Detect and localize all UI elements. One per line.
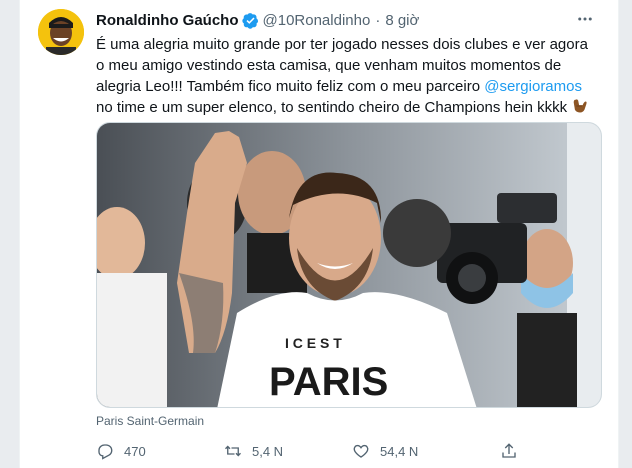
- media-caption[interactable]: Paris Saint-Germain: [96, 414, 204, 428]
- retweet-count: 5,4 N: [252, 443, 284, 459]
- retweet-icon: [225, 445, 241, 457]
- shirt-text-line1: I C E S T: [285, 335, 342, 351]
- reply-count: 470: [124, 443, 146, 459]
- tweet-header: Ronaldinho Gaúcho @10Ronaldinho · 8 giờ: [96, 10, 604, 30]
- reply-button[interactable]: 470: [96, 442, 224, 460]
- verified-badge-icon: [241, 12, 259, 29]
- tweet-time[interactable]: 8 giờ: [385, 12, 419, 29]
- share-icon: [502, 443, 516, 458]
- separator-dot: ·: [375, 11, 381, 29]
- heart-icon: [353, 444, 369, 458]
- tweet-actions: 470 5,4 N 54,4 N: [96, 440, 566, 462]
- avatar[interactable]: [38, 9, 84, 55]
- retweet-button[interactable]: 5,4 N: [224, 442, 352, 460]
- tweet-card[interactable]: Ronaldinho Gaúcho @10Ronaldinho · 8 giờ …: [19, 0, 619, 468]
- author-name[interactable]: Ronaldinho Gaúcho: [96, 12, 239, 29]
- tweet-photo[interactable]: I C E S T PARIS: [96, 122, 602, 408]
- shirt-text-line2: PARIS: [269, 360, 388, 404]
- share-button[interactable]: [500, 442, 528, 460]
- reply-icon: [98, 444, 113, 460]
- tweet-text-part2: no time e um super elenco, to sentindo c…: [96, 99, 568, 116]
- more-icon[interactable]: [576, 10, 594, 32]
- page: Ronaldinho Gaúcho @10Ronaldinho · 8 giờ …: [0, 0, 632, 468]
- call-me-hand-emoji: [571, 97, 589, 121]
- like-count: 54,4 N: [380, 443, 419, 459]
- author-handle[interactable]: @10Ronaldinho: [263, 12, 371, 29]
- like-button[interactable]: 54,4 N: [352, 442, 500, 460]
- mention-link[interactable]: @sergioramos: [484, 78, 582, 95]
- tweet-text: É uma alegria muito grande por ter jogad…: [96, 34, 596, 121]
